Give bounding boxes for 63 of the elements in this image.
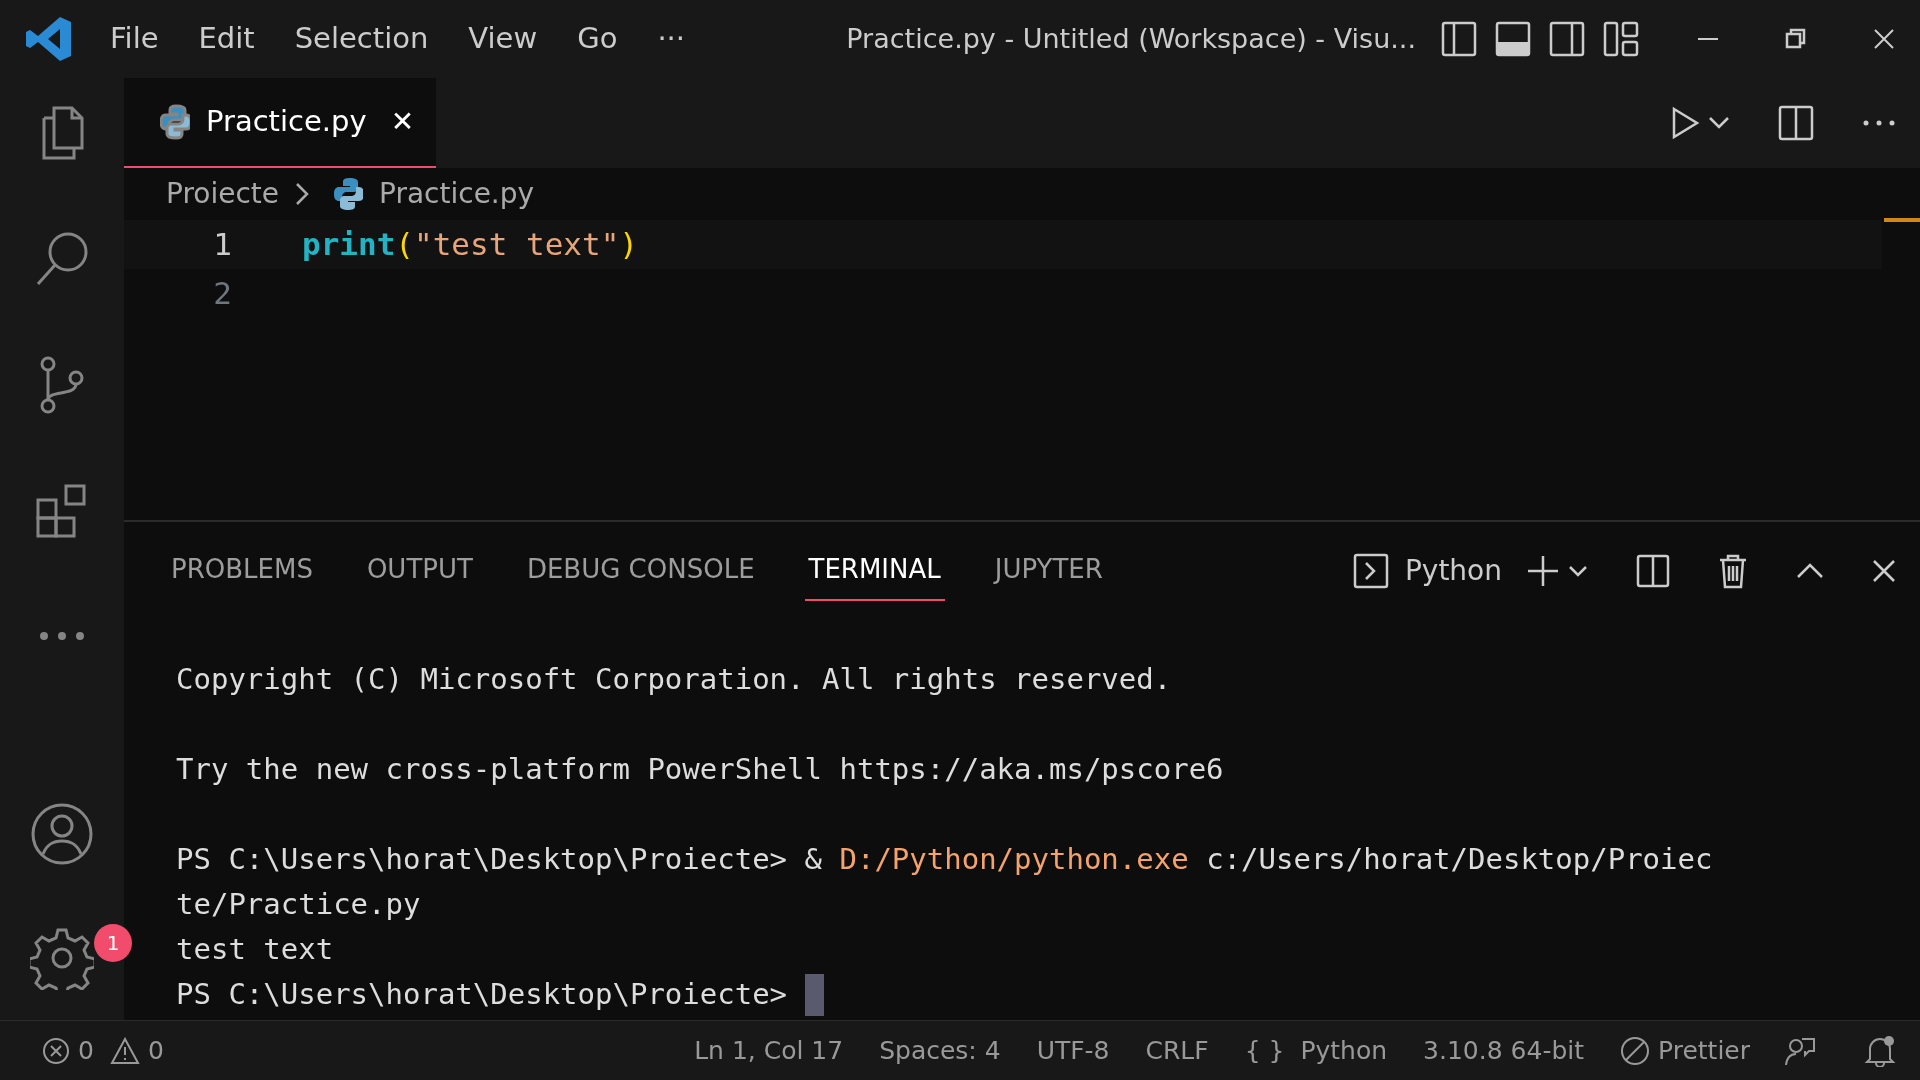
notification-badge: 1 [94,924,132,962]
window-title: Practice.py - Untitled (Workspace) - Visu... [846,21,1416,56]
chevron-right-icon [295,182,310,206]
account-icon[interactable] [30,802,94,866]
more-icon[interactable] [1862,118,1896,128]
bell-icon[interactable] [1864,1034,1896,1067]
status-item[interactable]: CRLF [1127,1031,1227,1070]
problems-status[interactable]: 0 0 [24,1031,182,1070]
chevron-up-icon[interactable] [1796,562,1824,579]
app-logo-icon [24,14,74,64]
terminal-profile[interactable]: Python [1404,549,1502,592]
code-line: print("test text") [302,225,638,264]
scrollbar-marker [1884,218,1920,222]
python-icon [160,104,190,140]
layout-icon[interactable] [1602,20,1640,58]
terminal-line: Copyright (C) Microsoft Corporation. All rights reserved. [176,661,1172,698]
panel-tab[interactable]: TERMINAL [804,540,945,601]
line-number: 1 [212,225,233,264]
editor-tab[interactable]: Practice.py ✕ [124,78,437,168]
close-icon[interactable] [1872,27,1896,51]
panel-toggle-icon[interactable] [1494,20,1532,58]
close-icon[interactable]: ✕ [390,101,415,143]
menu-item[interactable]: ··· [637,17,706,61]
restore-icon[interactable] [1784,27,1808,51]
prohibited-icon [1620,1035,1651,1066]
error-icon [42,1036,70,1065]
breadcrumb-item[interactable]: Proiecte [166,173,280,215]
breadcrumb-item[interactable]: Practice.py [379,173,535,215]
panel-tab[interactable]: PROBLEMS [167,540,317,601]
add-icon[interactable] [1526,553,1560,588]
split-terminal-icon[interactable] [1636,553,1670,588]
terminal-line: test text [176,931,334,968]
interpreter-status[interactable]: 3.10.8 64-bit [1405,1031,1603,1070]
close-icon[interactable] [1872,558,1896,583]
chevron-down-icon[interactable] [1708,116,1730,130]
run-icon[interactable] [1670,106,1700,140]
chevron-down-icon[interactable] [1568,564,1588,577]
split-editor-icon[interactable] [1778,105,1814,141]
menu-item[interactable]: Go [557,17,638,61]
panel-tab[interactable]: OUTPUT [362,540,477,601]
sidebar-toggle-icon[interactable] [1440,20,1478,58]
warning-icon [109,1036,140,1065]
status-item[interactable]: Spaces: 4 [861,1031,1019,1070]
terminal-line: PS C:\Users\horat\Desktop\Proiecte> & D:/Python/python.exe c:/Users/horat/Desktop/Proiec [176,841,1713,878]
line-number: 2 [212,274,233,313]
panel-tab[interactable]: JUPYTER [990,540,1107,601]
panel-tab[interactable]: DEBUG CONSOLE [522,540,759,601]
secondary-sidebar-icon[interactable] [1548,20,1586,58]
terminal-icon[interactable] [1352,552,1389,589]
trash-icon[interactable] [1718,552,1748,589]
language-status[interactable]: { } Python [1226,1031,1406,1070]
status-item[interactable]: Ln 1, Col 17 [676,1031,862,1070]
terminal-line: Try the new cross-platform PowerShell https://aka.ms/pscore6 [176,751,1224,788]
terminal-line: te/Practice.py [176,886,421,923]
python-icon [333,176,364,212]
menu-item[interactable]: View [448,17,558,61]
formatter-status[interactable]: Prettier [1602,1031,1768,1070]
menu-item[interactable]: Selection [274,17,449,61]
status-item[interactable]: UTF-8 [1018,1031,1128,1070]
settings-icon[interactable] [30,926,94,990]
menu-item[interactable]: Edit [178,17,275,61]
terminal-line: PS C:\Users\horat\Desktop\Proiecte> [176,976,789,1013]
menu-item[interactable]: File [90,17,179,61]
